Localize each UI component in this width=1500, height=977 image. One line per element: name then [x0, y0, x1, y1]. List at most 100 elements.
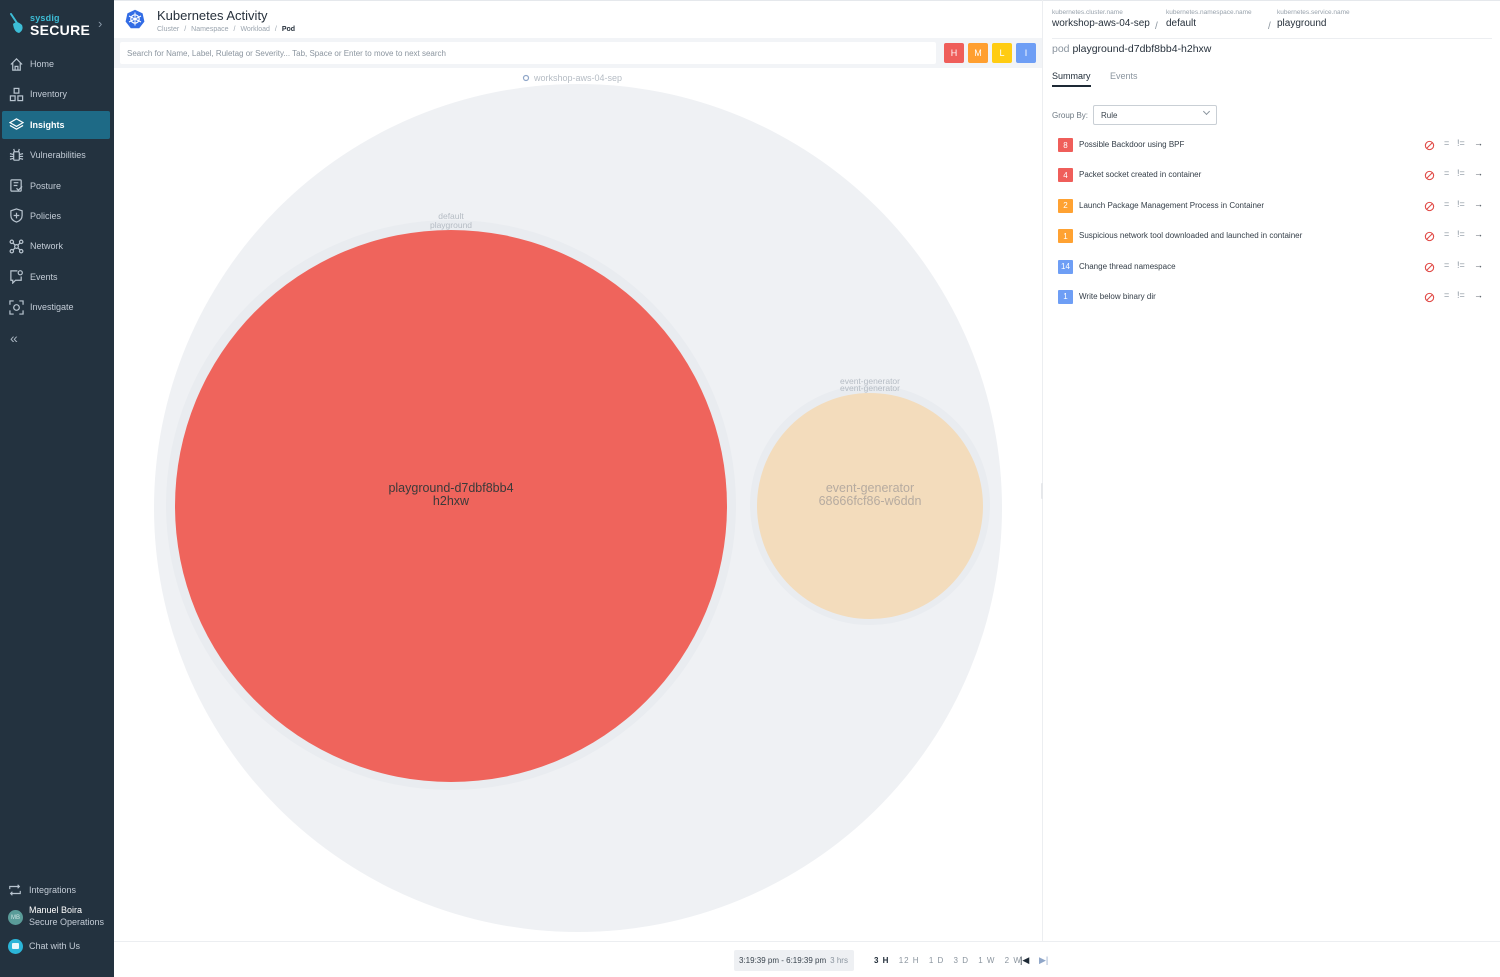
pod-name-line1: event-generator [826, 481, 914, 495]
ban-icon[interactable] [1424, 140, 1435, 151]
filter-not-equals-button[interactable]: != [1457, 168, 1465, 178]
sidebar-item-label: Events [30, 271, 58, 282]
scope-value: workshop-aws-04-sep [1052, 18, 1150, 29]
sidebar-item-events[interactable]: Events [2, 263, 110, 291]
filter-equals-button[interactable]: = [1444, 199, 1449, 209]
tab-events[interactable]: Events [1110, 71, 1138, 85]
filter-not-equals-button[interactable]: != [1457, 229, 1465, 239]
group-by-select[interactable]: Rule [1093, 105, 1217, 125]
tab-summary[interactable]: Summary [1052, 71, 1091, 87]
inventory-icon [8, 86, 24, 102]
rule-count-badge: 4 [1058, 168, 1073, 183]
rule-row[interactable]: 1 Suspicious network tool downloaded and… [1058, 228, 1488, 258]
time-preset-3h[interactable]: 3 H [874, 956, 889, 965]
brand-logo[interactable]: sysdig SECURE › [8, 10, 108, 42]
arrow-right-icon[interactable]: → [1474, 199, 1483, 209]
sidebar-item-label: Posture [30, 180, 62, 191]
time-preset-12h[interactable]: 12 H [899, 956, 920, 965]
avatar: MB [8, 910, 23, 925]
scope-separator: / [1268, 21, 1271, 32]
severity-filter-medium[interactable]: M [968, 43, 988, 63]
scope-cluster[interactable]: kubernetes.cluster.name workshop-aws-04-… [1052, 9, 1150, 29]
ban-icon[interactable] [1424, 201, 1435, 212]
breadcrumb-cluster[interactable]: Cluster [157, 26, 179, 33]
time-preset-1w[interactable]: 1 W [978, 956, 995, 965]
sidebar-item-integrations[interactable]: Integrations [0, 880, 114, 900]
arrow-right-icon[interactable]: → [1474, 229, 1483, 239]
investigate-icon [8, 299, 24, 315]
ban-icon[interactable] [1424, 292, 1435, 303]
search-input[interactable] [120, 42, 936, 64]
filter-equals-button[interactable]: = [1444, 290, 1449, 300]
app: sysdig SECURE › Home Inventory Insights … [0, 0, 1500, 977]
sidebar-item-inventory[interactable]: Inventory [2, 80, 110, 108]
ban-icon[interactable] [1424, 170, 1435, 181]
rule-row[interactable]: 4 Packet socket created in container = !… [1058, 167, 1488, 197]
chevron-down-icon [1202, 107, 1211, 116]
arrow-right-icon[interactable]: → [1474, 138, 1483, 148]
shield-icon [8, 208, 24, 224]
sidebar-item-policies[interactable]: Policies [2, 202, 110, 230]
sidebar-item-network[interactable]: Network [2, 232, 110, 260]
scope-service[interactable]: kubernetes.service.name playground [1277, 9, 1350, 29]
rule-row[interactable]: 2 Launch Package Management Process in C… [1058, 198, 1488, 228]
group-by-label: Group By: [1052, 111, 1089, 120]
filter-equals-button[interactable]: = [1444, 168, 1449, 178]
bubble-chart: workshop-aws-04-sep default playground p… [154, 73, 1002, 932]
filter-equals-button[interactable]: = [1444, 260, 1449, 270]
cluster-icon [522, 74, 530, 82]
arrow-right-icon[interactable]: → [1474, 260, 1483, 270]
time-range-display[interactable]: 3:19:39 pm - 6:19:39 pm 3 hrs [734, 950, 854, 971]
user-name: Manuel Boira [29, 905, 83, 915]
filter-equals-button[interactable]: = [1444, 138, 1449, 148]
group-by-value: Rule [1101, 111, 1118, 120]
sidebar-item-home[interactable]: Home [2, 50, 110, 78]
sidebar-item-label: Vulnerabilities [30, 150, 86, 161]
ban-icon[interactable] [1424, 231, 1435, 242]
integrations-icon [9, 884, 21, 896]
severity-filter-high[interactable]: H [944, 43, 964, 63]
chat-with-us-button[interactable]: Chat with Us [0, 936, 114, 956]
filter-not-equals-button[interactable]: != [1457, 260, 1465, 270]
breadcrumb-pod: Pod [281, 26, 296, 33]
breadcrumb-namespace[interactable]: Namespace [191, 26, 228, 33]
step-forward-icon[interactable]: ▶| [1039, 955, 1048, 966]
scope-value: default [1166, 18, 1197, 29]
scope-breadcrumb: kubernetes.cluster.name workshop-aws-04-… [1052, 9, 1492, 39]
brand-name-big: SECURE [30, 22, 91, 38]
breadcrumb: Cluster / Namespace / Workload / Pod [157, 26, 295, 33]
user-menu[interactable]: MB Manuel Boira Secure Operations [0, 905, 114, 935]
scope-namespace[interactable]: kubernetes.namespace.name default [1166, 9, 1252, 29]
filter-equals-button[interactable]: = [1444, 229, 1449, 239]
sidebar-item-vulnerabilities[interactable]: Vulnerabilities [2, 141, 110, 169]
selected-pod: pod playground-d7dbf8bb4-h2hxw [1052, 43, 1211, 55]
breadcrumb-workload[interactable]: Workload [240, 26, 269, 33]
sidebar-item-insights[interactable]: Insights [2, 110, 110, 139]
severity-filter-low[interactable]: L [992, 43, 1012, 63]
rule-name: Suspicious network tool downloaded and l… [1079, 231, 1303, 241]
rule-row[interactable]: 14 Change thread namespace = != → [1058, 259, 1488, 289]
arrow-right-icon[interactable]: → [1474, 168, 1483, 178]
rules-list: 8 Possible Backdoor using BPF = != → 4 P… [1058, 137, 1488, 319]
arrow-right-icon[interactable]: → [1474, 290, 1483, 300]
step-back-icon[interactable]: |◀ [1020, 955, 1029, 966]
severity-filter-info[interactable]: I [1016, 43, 1036, 63]
filter-not-equals-button[interactable]: != [1457, 199, 1465, 209]
rule-row[interactable]: 8 Possible Backdoor using BPF = != → [1058, 137, 1488, 167]
time-preset-3d[interactable]: 3 D [954, 956, 969, 965]
time-navigation-bar: 3:19:39 pm - 6:19:39 pm 3 hrs 3 H 12 H 1 … [114, 941, 1500, 977]
chevron-right-icon[interactable]: › [98, 16, 102, 31]
rule-row[interactable]: 1 Write below binary dir = != → [1058, 289, 1488, 319]
ban-icon[interactable] [1424, 262, 1435, 273]
filter-not-equals-button[interactable]: != [1457, 290, 1465, 300]
scope-key: kubernetes.service.name [1277, 9, 1350, 16]
rule-count-badge: 1 [1058, 289, 1073, 304]
sidebar-item-posture[interactable]: Posture [2, 172, 110, 200]
sidebar-item-investigate[interactable]: Investigate [2, 293, 110, 321]
time-preset-1d[interactable]: 1 D [929, 956, 944, 965]
double-chevron-left-icon[interactable]: « [10, 330, 18, 346]
time-range: 3:19:39 pm - 6:19:39 pm [739, 956, 827, 965]
rule-count-badge: 1 [1058, 229, 1073, 244]
filter-not-equals-button[interactable]: != [1457, 138, 1465, 148]
rule-name: Change thread namespace [1079, 261, 1176, 271]
